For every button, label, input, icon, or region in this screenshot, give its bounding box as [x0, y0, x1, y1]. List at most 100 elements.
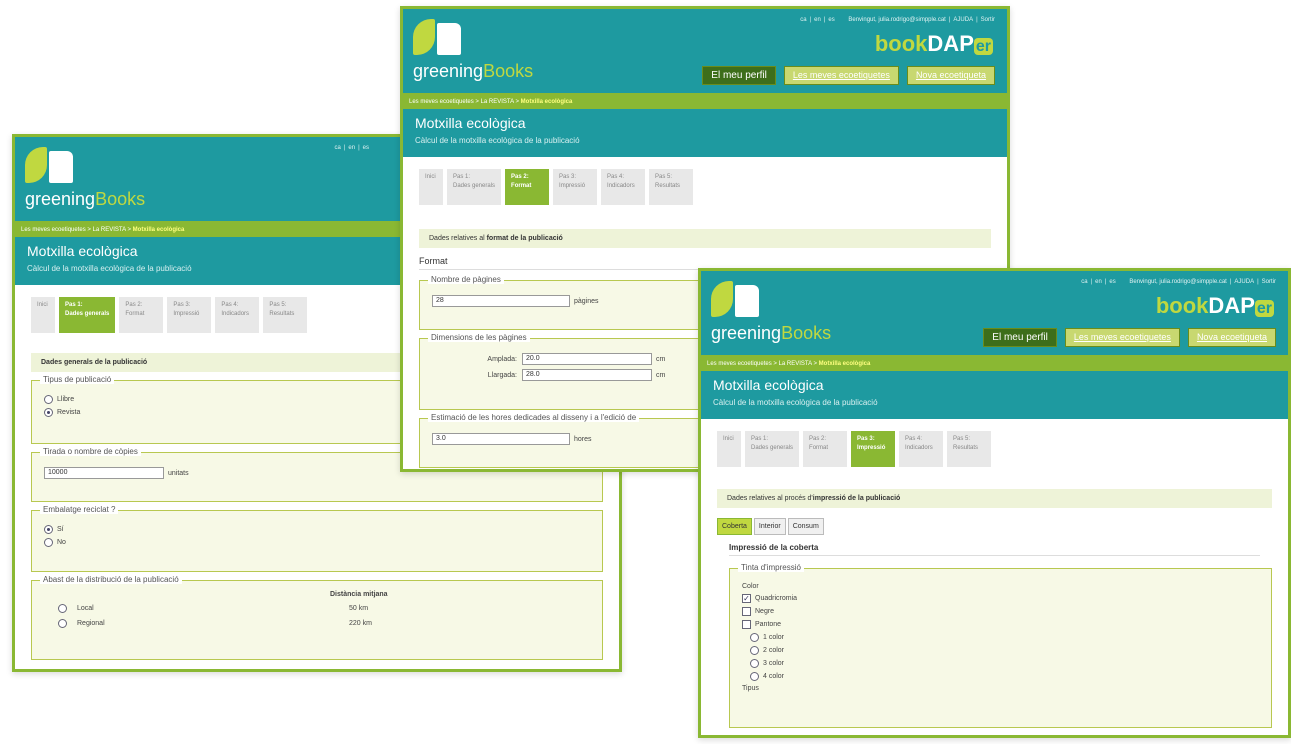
- profile-button[interactable]: El meu perfil: [983, 328, 1057, 347]
- option-label: 4 color: [763, 673, 785, 680]
- checkbox-negre[interactable]: [742, 607, 751, 616]
- breadcrumb-link-2[interactable]: La REVISTA: [481, 99, 514, 105]
- new-ecolabel-button[interactable]: Nova ecoetiqueta: [906, 66, 995, 85]
- checkbox-quadricromia[interactable]: ✓: [742, 594, 751, 603]
- lang-link-ca[interactable]: ca: [800, 17, 806, 23]
- step-1[interactable]: Pas 1: Dades generals: [447, 169, 502, 205]
- height-input[interactable]: 28.0: [522, 369, 652, 381]
- radio-local[interactable]: [58, 604, 67, 613]
- color-label: Color: [742, 583, 759, 590]
- breadcrumb-link-1[interactable]: Les meves ecoetiquetes: [21, 227, 86, 233]
- step-number: Pas 1:: [65, 302, 83, 308]
- breadcrumb-link-2[interactable]: La REVISTA: [93, 227, 126, 233]
- fieldset-legend: Tirada o nombre de còpies: [40, 447, 141, 456]
- step-number: Pas 3:: [857, 436, 875, 442]
- book-icon: [437, 23, 461, 55]
- step-number: Pas 2:: [125, 302, 143, 308]
- tab-interior[interactable]: Interior: [753, 518, 786, 535]
- lang-link-en[interactable]: en: [814, 17, 821, 23]
- info-text-bold: impressió de la publicació: [812, 495, 901, 502]
- logout-link[interactable]: Sortir: [1262, 279, 1276, 285]
- step-label: Inici: [425, 174, 436, 180]
- my-ecolabels-button[interactable]: Les meves ecoetiquetes: [1064, 328, 1180, 347]
- step-4[interactable]: Pas 4: Indicadors: [215, 297, 260, 333]
- option-label: Pantone: [755, 621, 782, 628]
- help-link[interactable]: AJUDA: [953, 17, 973, 23]
- lang-link-ca[interactable]: ca: [1081, 279, 1087, 285]
- greeningbooks-logo[interactable]: greeningBooks: [413, 19, 563, 89]
- unit-label: cm: [656, 371, 666, 379]
- step-label: Indicadors: [221, 311, 250, 317]
- radio-regional[interactable]: [58, 619, 67, 628]
- breadcrumb-link-2[interactable]: La REVISTA: [779, 361, 812, 367]
- step-3[interactable]: Pas 3: Impressió: [553, 169, 598, 205]
- profile-button[interactable]: El meu perfil: [702, 66, 776, 85]
- checkbox-pantone[interactable]: [742, 620, 751, 629]
- hours-input[interactable]: 3.0: [432, 433, 570, 445]
- radio-no[interactable]: [44, 538, 53, 547]
- lang-link-ca[interactable]: ca: [335, 145, 341, 151]
- lang-link-es[interactable]: es: [828, 17, 834, 23]
- logo-word-greening: greening: [711, 323, 782, 343]
- step-number: Pas 1:: [751, 436, 769, 442]
- step-2[interactable]: Pas 2: Format: [803, 431, 848, 467]
- radio-yes[interactable]: [44, 525, 53, 534]
- step-2[interactable]: Pas 2: Format: [119, 297, 164, 333]
- section-heading: Impressió de la coberta: [729, 543, 1260, 556]
- wizard-steps: Inici Pas 1: Dades generals Pas 2: Format …: [701, 419, 1288, 479]
- step-start[interactable]: Inici: [717, 431, 741, 467]
- option-label: 2 color: [763, 647, 785, 654]
- radio-revista[interactable]: [44, 408, 53, 417]
- fieldset-ink: Tinta d'impressió Color ✓ Quadricromia Ne…: [729, 563, 1272, 728]
- new-ecolabel-button[interactable]: Nova ecoetiqueta: [1187, 328, 1276, 347]
- step-start[interactable]: Inici: [419, 169, 443, 205]
- step-1[interactable]: Pas 1: Dades generals: [745, 431, 800, 467]
- breadcrumb-link-1[interactable]: Les meves ecoetiquetes: [707, 361, 772, 367]
- bookdaper-logo: bookDAP er: [875, 31, 993, 57]
- breadcrumb-link-1[interactable]: Les meves ecoetiquetes: [409, 99, 474, 105]
- tab-cover[interactable]: Coberta: [717, 518, 752, 535]
- print-run-input[interactable]: 10000: [44, 467, 164, 479]
- logout-link[interactable]: Sortir: [981, 17, 995, 23]
- step-5[interactable]: Pas 5: Resultats: [263, 297, 308, 333]
- logo-word-greening: greening: [413, 61, 484, 81]
- logo-word-books: Books: [483, 61, 534, 81]
- step-4[interactable]: Pas 4: Indicadors: [899, 431, 944, 467]
- lang-link-es[interactable]: es: [1109, 279, 1115, 285]
- step-4[interactable]: Pas 4: Indicadors: [601, 169, 646, 205]
- pages-input[interactable]: 28: [432, 295, 570, 307]
- radio-llibre[interactable]: [44, 395, 53, 404]
- step-start[interactable]: Inici: [31, 297, 55, 333]
- option-label: Negre: [755, 608, 775, 615]
- radio-pantone-1[interactable]: [750, 633, 759, 642]
- greeningbooks-logo[interactable]: greeningBooks: [25, 147, 175, 217]
- breadcrumb-current: Motxilla ecològica: [520, 99, 573, 105]
- lang-link-en[interactable]: en: [1095, 279, 1102, 285]
- tab-consumption[interactable]: Consum: [787, 518, 824, 535]
- help-link[interactable]: AJUDA: [1234, 279, 1254, 285]
- step-number: Pas 3:: [173, 302, 191, 308]
- my-ecolabels-button[interactable]: Les meves ecoetiquetes: [783, 66, 899, 85]
- breadcrumb: Les meves ecoetiquetes > La REVISTA > Mo…: [403, 97, 1007, 109]
- logo-word-greening: greening: [25, 189, 96, 209]
- radio-pantone-4[interactable]: [750, 672, 759, 681]
- step-3[interactable]: Pas 3: Impressió: [167, 297, 212, 333]
- step-number: Pas 5:: [655, 174, 673, 180]
- radio-pantone-3[interactable]: [750, 659, 759, 668]
- fieldset-legend: Abast de la distribució de la publicació: [40, 575, 182, 584]
- greeningbooks-logo[interactable]: greeningBooks: [711, 281, 861, 351]
- step-3[interactable]: Pas 3: Impressió: [851, 431, 896, 467]
- lang-link-es[interactable]: es: [363, 145, 369, 151]
- type-label: Tipus: [742, 685, 759, 692]
- radio-pantone-2[interactable]: [750, 646, 759, 655]
- step-1[interactable]: Pas 1: Dades generals: [59, 297, 116, 333]
- lang-link-en[interactable]: en: [348, 145, 355, 151]
- width-input[interactable]: 20.0: [522, 353, 652, 365]
- step-5[interactable]: Pas 5: Resultats: [947, 431, 992, 467]
- page-subtitle: Càlcul de la motxilla ecològica de la pu…: [713, 398, 878, 407]
- step-2[interactable]: Pas 2: Format: [505, 169, 550, 205]
- step-5[interactable]: Pas 5: Resultats: [649, 169, 694, 205]
- step-label: Dades generals: [65, 311, 110, 317]
- logo-word-books: Books: [781, 323, 832, 343]
- row-value: 220 km: [349, 620, 372, 627]
